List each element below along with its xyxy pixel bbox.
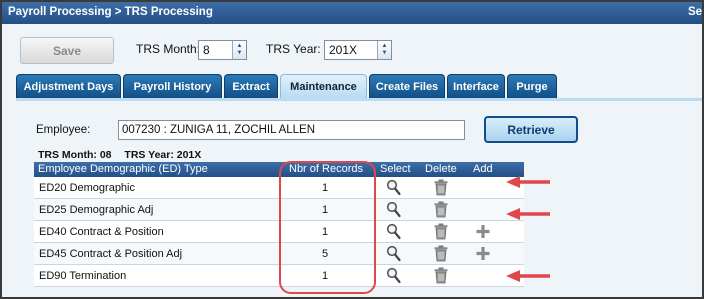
red-arrow-icon	[506, 270, 550, 282]
tab-bar: Adjustment Days Payroll History Extract …	[16, 74, 702, 98]
trs-year-spinner[interactable]: 201X ▲ ▼	[324, 40, 392, 60]
trs-month-spinner[interactable]: 8 ▲ ▼	[198, 40, 247, 60]
trs-year-value[interactable]: 201X	[325, 41, 377, 59]
plus-icon[interactable]	[475, 245, 491, 262]
trash-icon[interactable]	[433, 245, 449, 262]
title-bar: Payroll Processing > TRS Processing Se	[2, 2, 702, 24]
ed-type-cell: ED20 Demographic	[39, 182, 135, 194]
trash-icon[interactable]	[433, 267, 449, 284]
trs-year-label: TRS Year:	[266, 42, 321, 56]
ed-type-cell: ED45 Contract & Position Adj	[39, 248, 183, 260]
magnifier-icon[interactable]	[386, 245, 402, 262]
magnifier-icon[interactable]	[386, 267, 402, 284]
column-header-type: Employee Demographic (ED) Type	[38, 163, 208, 175]
breadcrumb: Payroll Processing > TRS Processing	[8, 6, 213, 18]
employee-field[interactable]: 007230 : ZUNIGA 11, ZOCHIL ALLEN	[118, 120, 465, 140]
spinner-arrows-icon[interactable]: ▲ ▼	[377, 41, 391, 59]
app-window: Payroll Processing > TRS Processing Se S…	[0, 0, 704, 299]
tab-maintenance[interactable]: Maintenance	[280, 74, 367, 98]
column-header-select: Select	[380, 163, 411, 175]
retrieve-button[interactable]: Retrieve	[484, 116, 578, 143]
trash-icon[interactable]	[433, 179, 449, 196]
spinner-arrows-icon[interactable]: ▲ ▼	[232, 41, 246, 59]
ed-type-cell: ED90 Termination	[39, 270, 127, 282]
ed-type-cell: ED25 Demographic Adj	[39, 204, 154, 216]
red-arrow-icon	[506, 176, 550, 188]
trs-year-info: TRS Year: 201X	[124, 149, 202, 161]
magnifier-icon[interactable]	[386, 201, 402, 218]
column-header-delete: Delete	[425, 163, 457, 175]
trs-month-info: TRS Month: 08	[38, 149, 112, 161]
ed-type-cell: ED40 Contract & Position	[39, 226, 164, 238]
records-highlight-box	[279, 161, 376, 294]
tab-create-files[interactable]: Create Files	[369, 74, 445, 98]
tab-divider	[16, 98, 702, 101]
maintenance-panel: Employee: 007230 : ZUNIGA 11, ZOCHIL ALL…	[24, 108, 702, 297]
magnifier-icon[interactable]	[386, 223, 402, 240]
tab-adjustment-days[interactable]: Adjustment Days	[16, 74, 121, 98]
tab-extract[interactable]: Extract	[224, 74, 278, 98]
title-bar-right-text: Se	[688, 6, 703, 18]
trs-month-label: TRS Month:	[136, 42, 201, 56]
plus-icon[interactable]	[475, 223, 491, 240]
magnifier-icon[interactable]	[386, 179, 402, 196]
employee-label: Employee:	[36, 124, 91, 136]
column-header-add: Add	[473, 163, 493, 175]
trash-icon[interactable]	[433, 201, 449, 218]
save-button[interactable]: Save	[20, 37, 114, 64]
tab-purge[interactable]: Purge	[507, 74, 557, 98]
red-arrow-icon	[506, 208, 550, 220]
trash-icon[interactable]	[433, 223, 449, 240]
tab-payroll-history[interactable]: Payroll History	[123, 74, 222, 98]
trs-period-info: TRS Month: 08 TRS Year: 201X	[38, 149, 211, 161]
trs-month-value[interactable]: 8	[199, 41, 232, 59]
tab-interface[interactable]: Interface	[447, 74, 505, 98]
toolbar: Save TRS Month: 8 ▲ ▼ TRS Year: 201X ▲ ▼	[2, 24, 702, 72]
